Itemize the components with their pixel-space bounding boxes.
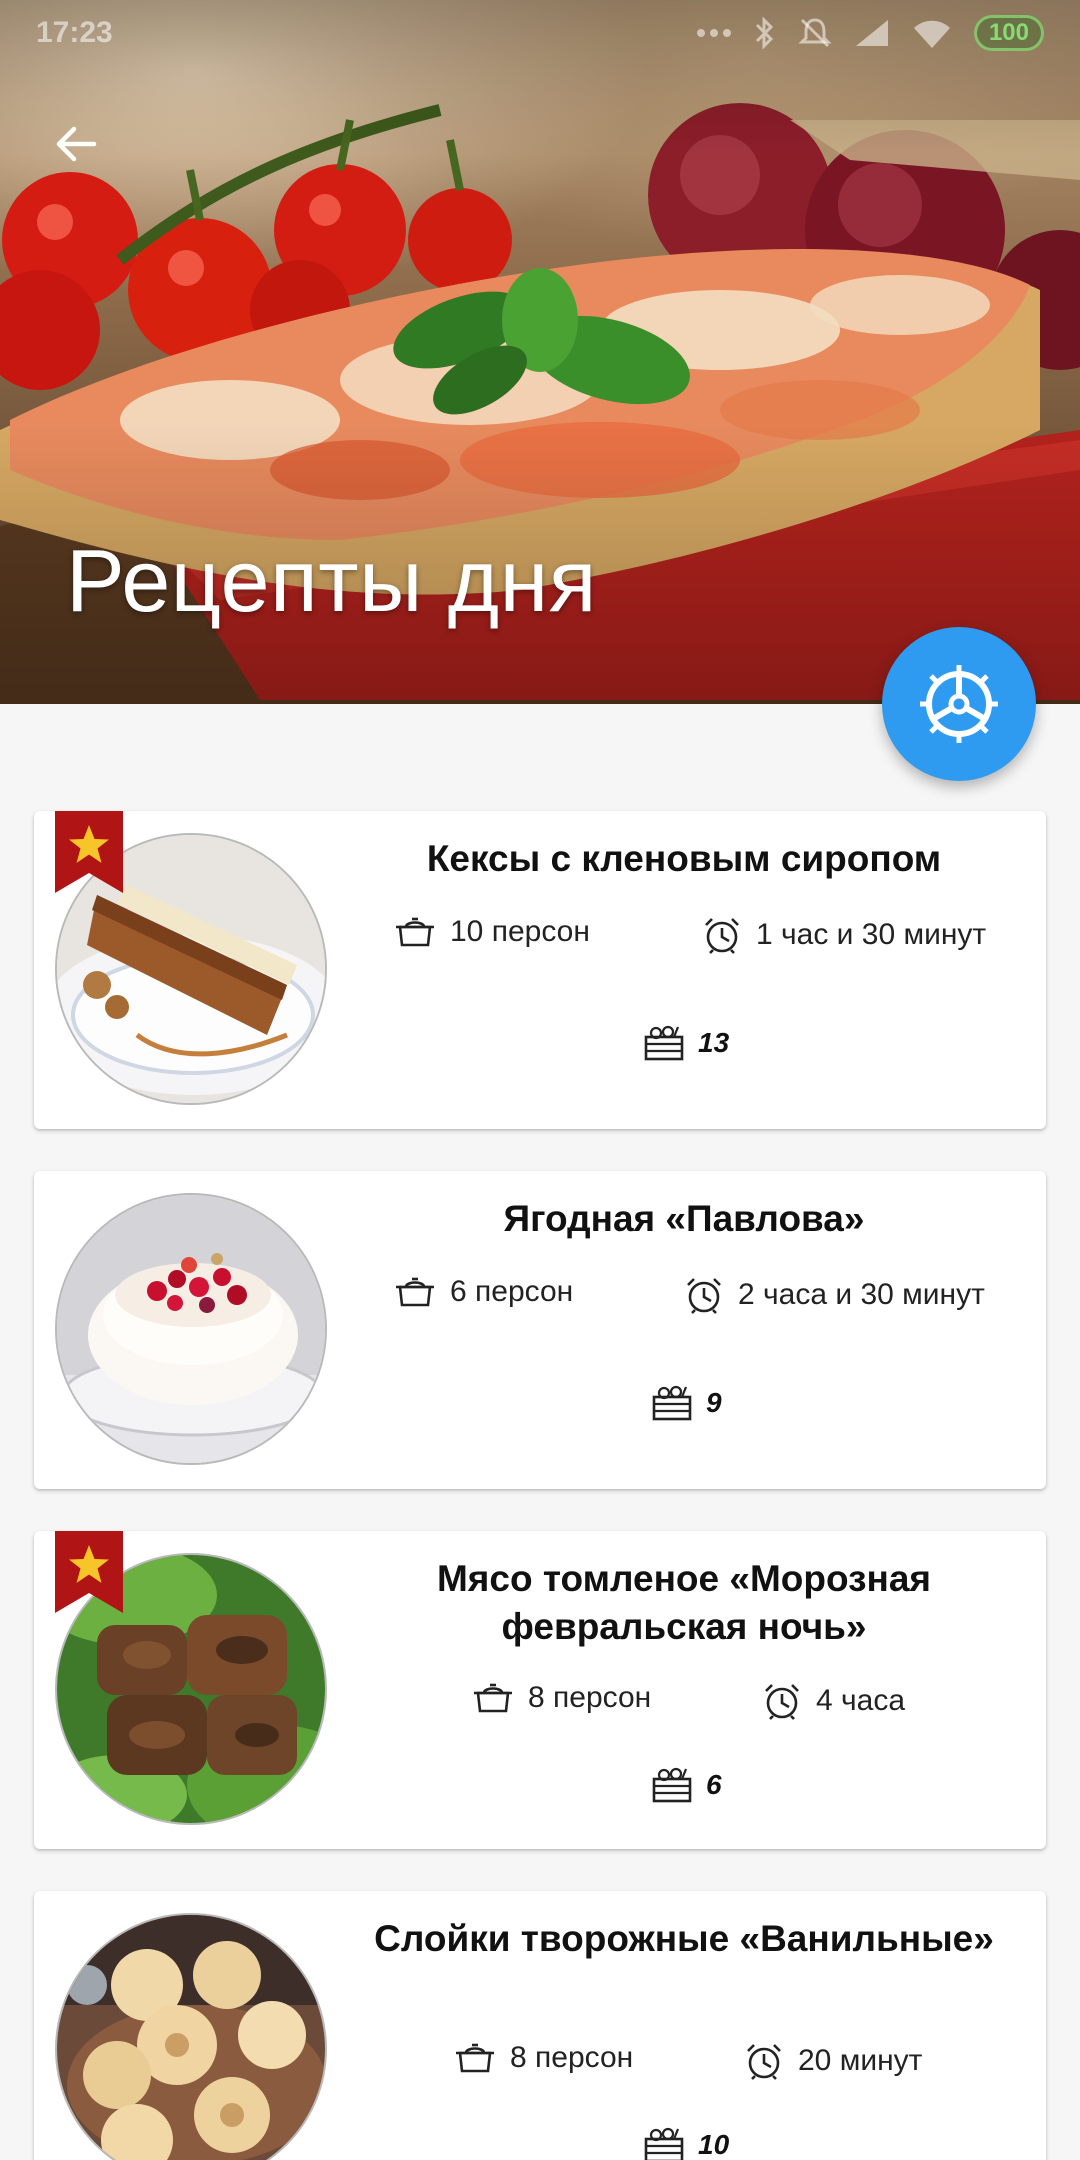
servings-label: 6 персон <box>450 1275 574 1308</box>
servings-info: 8 персон <box>472 1681 651 1715</box>
back-button[interactable] <box>44 112 108 176</box>
ingredients-count: 9 <box>706 1387 722 1418</box>
ingredients-count: 6 <box>706 1769 722 1800</box>
cell-signal-icon <box>854 18 890 48</box>
recipe-title: Кексы с кленовым сиропом <box>426 838 942 879</box>
signal-dots-icon <box>696 28 732 38</box>
servings-info: 8 персон <box>454 2041 633 2075</box>
time-label: 2 часа и 30 минут <box>738 1278 985 1311</box>
favorite-ribbon-icon <box>55 1531 123 1613</box>
time-label: 20 минут <box>798 2044 923 2077</box>
recipe-title: Слойки творожные «Ванильные» <box>374 1918 994 1959</box>
page-title: Рецепты дня <box>66 531 597 630</box>
recipe-photo <box>55 1913 327 2160</box>
ingredients-crate-icon <box>644 2127 684 2160</box>
pot-icon <box>474 1683 512 1713</box>
time-label: 4 часа <box>816 1684 906 1717</box>
favorite-ribbon-icon <box>55 811 123 893</box>
recipe-photo <box>55 1193 327 1465</box>
ingredients-crate-icon <box>644 1025 684 1061</box>
recipe-card[interactable]: Кексы с кленовым сиропом 10 персон 1 час… <box>34 811 1046 1129</box>
recipe-title: Ягодная «Павлова» <box>503 1198 865 1239</box>
pot-icon <box>396 1277 434 1307</box>
alarm-clock-icon <box>765 1684 799 1720</box>
ingredients-info: 6 <box>652 1767 722 1803</box>
recipe-title: Мясо томленое «Морозная февральская ночь… <box>436 1558 931 1647</box>
ingredients-crate-icon <box>652 1385 692 1421</box>
servings-info: 6 персон <box>394 1275 573 1309</box>
servings-label: 8 персон <box>528 1681 652 1714</box>
settings-fab-button[interactable] <box>882 627 1036 781</box>
battery-indicator: 100 <box>973 15 1044 51</box>
servings-label: 10 персон <box>450 915 590 948</box>
bluetooth-icon <box>754 16 776 50</box>
recipe-card[interactable]: Ягодная «Павлова» 6 персон 2 часа и 30 м… <box>34 1171 1046 1489</box>
mute-icon <box>798 16 832 50</box>
time-info: 20 минут <box>744 2041 922 2081</box>
steering-wheel-icon <box>920 665 998 743</box>
alarm-clock-icon <box>687 1278 721 1314</box>
status-bar: 17:23 100 <box>0 0 1080 66</box>
alarm-clock-icon <box>705 918 739 954</box>
alarm-clock-icon <box>747 2044 781 2080</box>
pot-icon <box>396 917 434 947</box>
servings-info: 10 персон <box>394 915 590 949</box>
pot-icon <box>456 2043 494 2073</box>
arrow-left-icon <box>56 126 97 162</box>
time-info: 4 часа <box>762 1681 905 1721</box>
ingredients-crate-icon <box>652 1767 692 1803</box>
status-time: 17:23 <box>36 16 113 49</box>
ingredients-info: 10 <box>644 2127 729 2160</box>
ingredients-count: 10 <box>698 2129 730 2160</box>
time-info: 1 час и 30 минут <box>702 915 986 955</box>
ingredients-info: 9 <box>652 1385 722 1421</box>
ingredients-count: 13 <box>698 1027 730 1058</box>
recipe-card[interactable]: Слойки творожные «Ванильные» 8 персон 20… <box>34 1891 1046 2160</box>
recipe-card[interactable]: Мясо томленое «Морозная февральская ночь… <box>34 1531 1046 1849</box>
time-info: 2 часа и 30 минут <box>684 1275 985 1315</box>
ingredients-info: 13 <box>644 1025 729 1061</box>
wifi-icon <box>912 18 952 48</box>
servings-label: 8 персон <box>510 2041 634 2074</box>
time-label: 1 час и 30 минут <box>756 918 987 951</box>
